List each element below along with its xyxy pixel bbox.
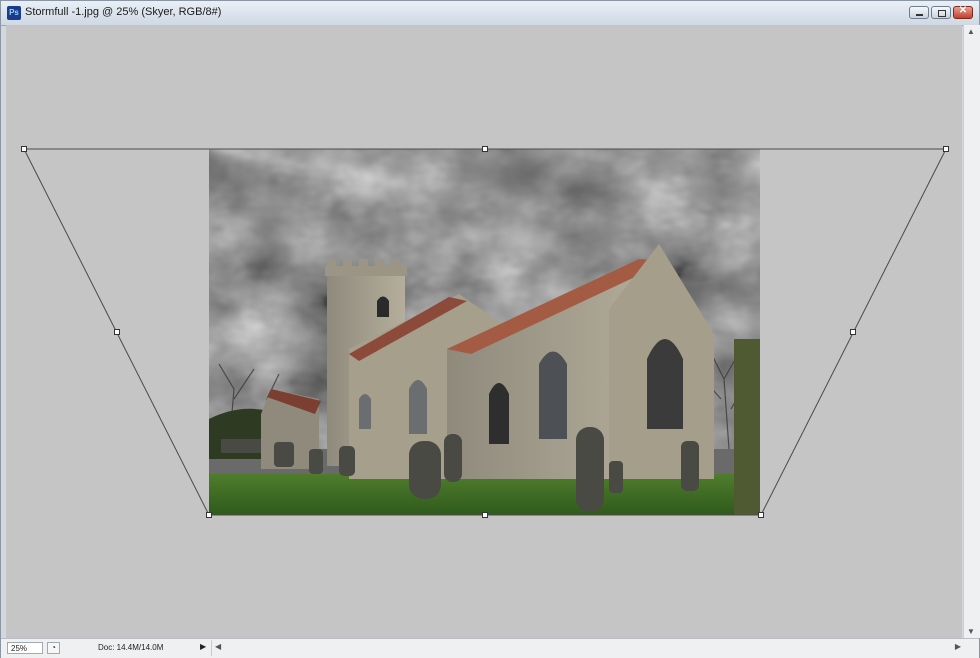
scroll-left-icon[interactable]: ◀ — [215, 642, 221, 651]
vertical-scrollbar[interactable]: ▲ ▼ — [963, 25, 980, 638]
horizontal-scrollbar[interactable]: ◀ ▶ — [211, 640, 964, 656]
scroll-up-icon[interactable]: ▲ — [967, 27, 975, 36]
transform-handle[interactable] — [943, 146, 949, 152]
transform-handle[interactable] — [206, 512, 212, 518]
zoom-level-field[interactable]: 25% — [7, 642, 43, 654]
status-bar: 25% ◔ Doc: 14.4M/14.0M ▶ ◀ ▶ — [1, 638, 979, 658]
transform-bounding-box[interactable] — [1, 1, 963, 638]
transform-handle[interactable] — [114, 329, 120, 335]
proof-icon[interactable]: ◔ — [47, 642, 60, 654]
document-window: Ps Stormfull -1.jpg @ 25% (Skyer, RGB/8#… — [0, 0, 980, 658]
document-size-info: Doc: 14.4M/14.0M — [98, 643, 164, 652]
scroll-down-icon[interactable]: ▼ — [967, 627, 975, 636]
transform-handle[interactable] — [850, 329, 856, 335]
transform-handle[interactable] — [482, 146, 488, 152]
transform-handle[interactable] — [758, 512, 764, 518]
chevron-right-icon[interactable]: ▶ — [200, 642, 206, 651]
transform-handle[interactable] — [21, 146, 27, 152]
scroll-right-icon[interactable]: ▶ — [955, 642, 961, 651]
transform-handle[interactable] — [482, 512, 488, 518]
